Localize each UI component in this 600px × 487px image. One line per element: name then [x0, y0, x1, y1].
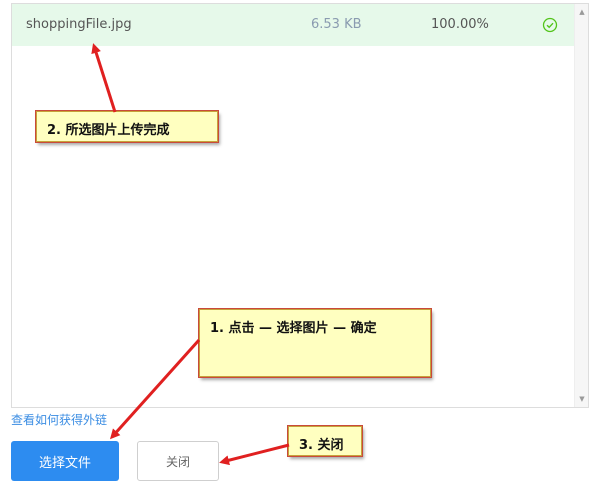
- annotation-step2-text: 2. 所选图片上传完成: [47, 123, 170, 138]
- select-file-button[interactable]: 选择文件: [11, 441, 119, 481]
- annotation-step3-text: 3. 关闭: [299, 438, 344, 453]
- arrow-step3: [219, 443, 290, 466]
- upload-progress: 100.00%: [431, 17, 489, 32]
- vertical-scrollbar[interactable]: ▲ ▼: [574, 4, 588, 407]
- close-button[interactable]: 关闭: [137, 441, 219, 481]
- file-name: shoppingFile.jpg: [26, 17, 132, 32]
- scroll-up-icon[interactable]: ▲: [577, 7, 587, 17]
- file-row: shoppingFile.jpg 6.53 KB 100.00%: [12, 4, 574, 46]
- scroll-down-icon[interactable]: ▼: [577, 394, 587, 404]
- annotation-step2: 2. 所选图片上传完成: [36, 111, 218, 142]
- check-circle-icon: [542, 17, 558, 33]
- annotation-step1: 1. 点击 — 选择图片 — 确定: [199, 309, 431, 377]
- help-link[interactable]: 查看如何获得外链: [11, 411, 107, 428]
- annotation-step3: 3. 关闭: [288, 426, 362, 456]
- file-size: 6.53 KB: [311, 17, 362, 32]
- annotation-step1-text: 1. 点击 — 选择图片 — 确定: [210, 321, 377, 336]
